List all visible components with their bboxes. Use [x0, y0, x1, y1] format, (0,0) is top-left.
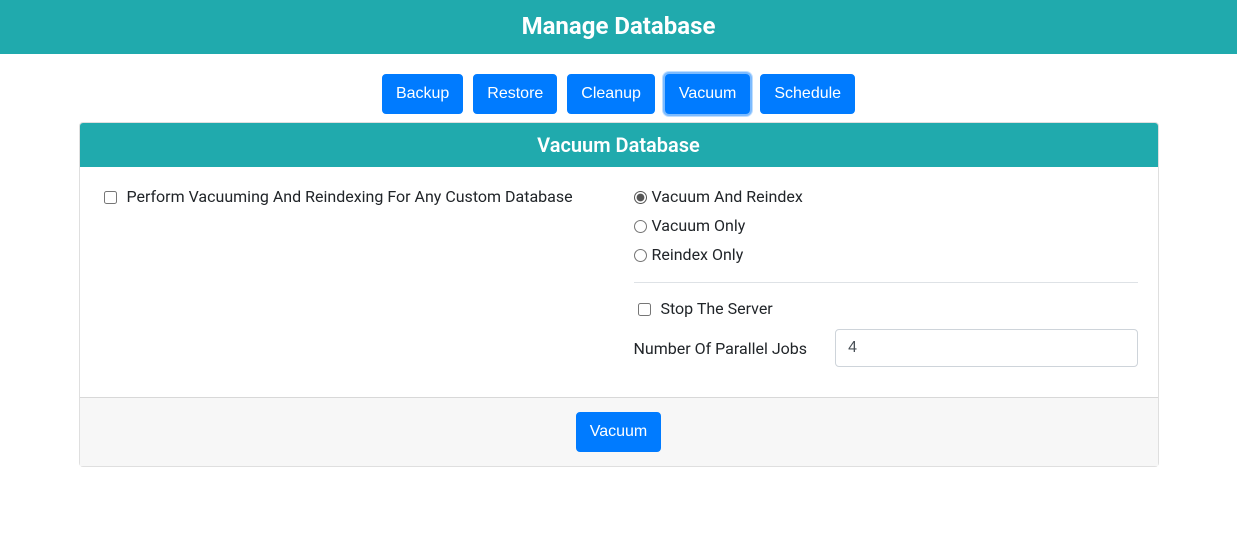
tab-schedule[interactable]: Schedule: [760, 74, 855, 114]
tab-restore[interactable]: Restore: [473, 74, 557, 114]
mode-label: Vacuum Only: [651, 216, 745, 235]
vacuum-button[interactable]: Vacuum: [576, 412, 662, 452]
tab-cleanup[interactable]: Cleanup: [567, 74, 655, 114]
tab-bar: Backup Restore Cleanup Vacuum Schedule: [79, 74, 1159, 114]
custom-db-label: Perform Vacuuming And Reindexing For Any…: [126, 187, 572, 206]
custom-db-row: Perform Vacuuming And Reindexing For Any…: [100, 187, 573, 206]
stop-server-label: Stop The Server: [660, 299, 772, 318]
tab-backup[interactable]: Backup: [382, 74, 463, 114]
stop-server-checkbox[interactable]: [638, 303, 651, 316]
jobs-input[interactable]: [835, 329, 1137, 367]
mode-radio-reindex-only[interactable]: [634, 249, 647, 262]
mode-radio-vacuum-only[interactable]: [634, 220, 647, 233]
jobs-label: Number Of Parallel Jobs: [634, 339, 836, 358]
vacuum-panel: Vacuum Database Perform Vacuuming And Re…: [79, 122, 1159, 467]
separator: [634, 282, 1138, 283]
mode-radio-group: Vacuum And Reindex Vacuum Only Reindex O…: [634, 187, 1138, 264]
mode-label: Vacuum And Reindex: [651, 187, 802, 206]
page-title: Manage Database: [0, 12, 1237, 40]
panel-title: Vacuum Database: [80, 123, 1158, 167]
mode-radio-vacuum-reindex[interactable]: [634, 191, 647, 204]
panel-footer: Vacuum: [80, 397, 1158, 466]
mode-label: Reindex Only: [651, 245, 743, 264]
page-banner: Manage Database: [0, 0, 1237, 54]
custom-db-checkbox[interactable]: [104, 191, 117, 204]
tab-vacuum[interactable]: Vacuum: [665, 74, 751, 114]
